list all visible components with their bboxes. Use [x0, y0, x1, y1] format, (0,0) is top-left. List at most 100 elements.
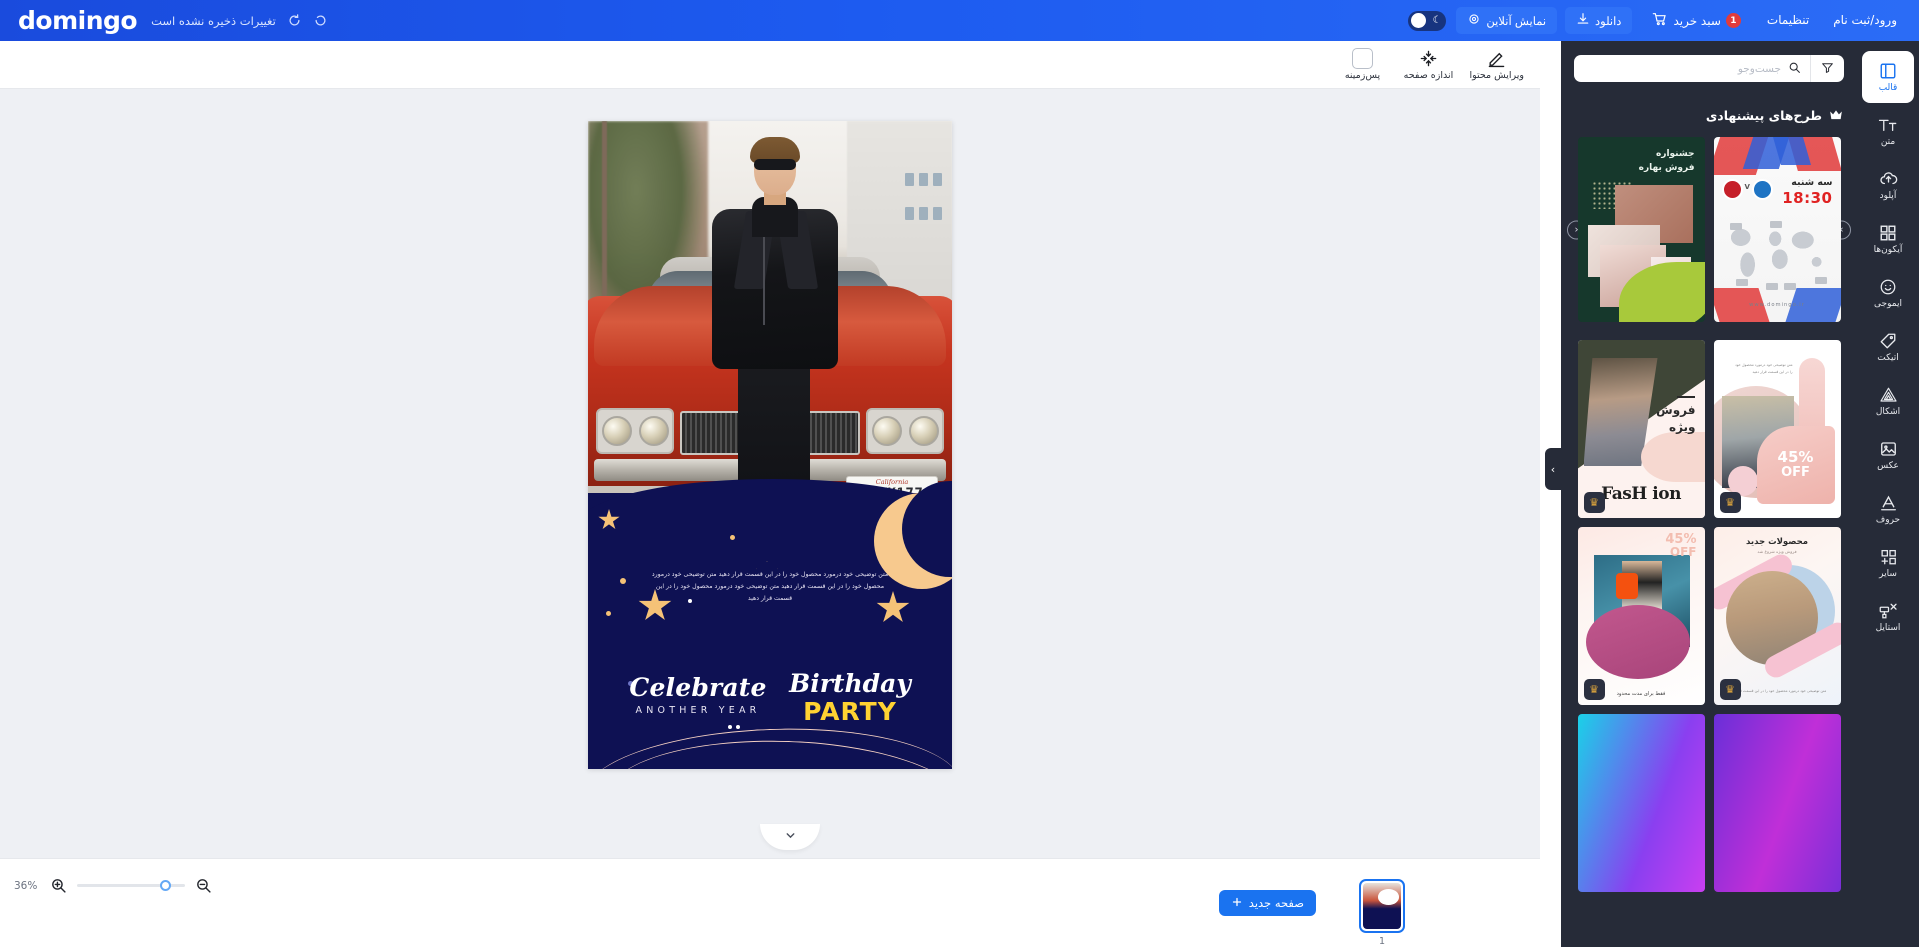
toolbar-page-size[interactable]: اندازه صفحه	[1397, 42, 1459, 88]
template-new-products[interactable]: محصولات جدید فروش ویژه شروع شد متن توضیح…	[1713, 527, 1841, 705]
toolbar-background-label: پس‌زمینه	[1344, 70, 1381, 81]
rail-photos[interactable]: عکس	[1862, 429, 1914, 481]
design-photo: California 7ZWK177	[588, 121, 952, 501]
template-subtitle: فروش ویژه شروع شد	[1757, 549, 1797, 554]
rail-style-label: استایل	[1875, 623, 1901, 633]
template-title-line1: فروش	[1656, 403, 1696, 417]
rail-upload-label: آپلود	[1879, 191, 1897, 201]
search-input[interactable]	[1583, 62, 1781, 75]
emoji-icon	[1879, 277, 1897, 296]
template-discount-value: 45%	[1777, 447, 1814, 466]
redo-icon[interactable]	[313, 13, 328, 28]
rail-templates-label: قالب	[1878, 83, 1898, 93]
header-link-settings[interactable]: تنظیمات	[1755, 0, 1821, 41]
cart-button[interactable]: 1 سبد خرید	[1640, 11, 1754, 30]
new-page-label: صفحه جدید	[1248, 896, 1304, 910]
zoom-controls: 36%	[14, 877, 212, 894]
rail-style[interactable]: استایل	[1862, 591, 1914, 643]
design-canvas[interactable]: California 7ZWK177	[588, 121, 952, 769]
rail-fonts[interactable]: حروف	[1862, 483, 1914, 535]
header-link-login[interactable]: ورود/ثبت نام	[1821, 0, 1909, 41]
resize-icon	[1419, 48, 1438, 68]
download-button[interactable]: دانلود	[1565, 7, 1633, 34]
template-limited-time[interactable]: 45% OFF فقط برای مدت محدود ♛	[1577, 527, 1705, 705]
templates-panel: طرح‌های پیشنهادی › ‹ V سه شنبه 18:30	[1561, 41, 1857, 947]
upload-icon	[1879, 169, 1898, 188]
rail-shapes[interactable]: اشکال	[1862, 375, 1914, 427]
scroll-down-button[interactable]	[760, 824, 820, 850]
template-discount-label: OFF	[1781, 465, 1810, 481]
template-time-label: 18:30	[1782, 189, 1833, 207]
design-another-year-text[interactable]: ANOTHER YEAR	[618, 705, 778, 716]
panel-collapse-button[interactable]: ›	[1545, 448, 1561, 490]
rail-label[interactable]: اتیکت	[1862, 321, 1914, 373]
image-icon	[1879, 439, 1898, 458]
header-actions: ورود/ثبت نام تنظیمات 1 سبد خرید دانلود ن…	[1404, 0, 1919, 41]
design-birthday-text[interactable]: Birthday	[770, 669, 930, 698]
rail-upload[interactable]: آپلود	[1862, 159, 1914, 211]
template-fashion-special-sale[interactable]: فروش ویژه FasH ion ♛	[1577, 340, 1705, 518]
zoom-in-icon[interactable]	[50, 877, 67, 894]
editor-toolbar: ویرایش محتوا اندازه صفحه پس‌زمینه	[0, 41, 1540, 89]
shapes-icon	[1879, 385, 1898, 404]
template-match-schedule[interactable]: V سه شنبه 18:30 www.domingo.ir	[1713, 137, 1841, 322]
more-icon	[1879, 547, 1898, 566]
bottom-bar: 36% صفحه جدید 1	[0, 858, 1540, 947]
zoom-out-icon[interactable]	[195, 877, 212, 894]
pencil-icon	[1487, 48, 1506, 68]
toolbar-background[interactable]: پس‌زمینه	[1331, 42, 1393, 88]
dark-mode-toggle[interactable]: ☾	[1408, 10, 1447, 31]
background-swatch-icon	[1351, 47, 1373, 69]
chevron-right-icon: ›	[1550, 462, 1556, 476]
rail-emoji[interactable]: ایموجی	[1862, 267, 1914, 319]
text-icon	[1878, 115, 1898, 134]
rail-other[interactable]: سایر	[1862, 537, 1914, 589]
zoom-slider-handle[interactable]	[160, 880, 171, 891]
filter-button[interactable]	[1810, 55, 1844, 82]
new-page-button[interactable]: صفحه جدید	[1218, 890, 1316, 916]
rail-text-label: متن	[1880, 137, 1896, 147]
layout-icon	[1879, 61, 1897, 80]
design-celebrate-text[interactable]: Celebrate	[618, 673, 778, 702]
rail-emoji-label: ایموجی	[1874, 299, 1902, 309]
download-label: دانلود	[1595, 15, 1622, 28]
template-45-off[interactable]: متن توضیحی خود درمورد محصول خود را در ای…	[1713, 340, 1841, 518]
rail-text[interactable]: متن	[1862, 105, 1914, 157]
search-field-wrapper[interactable]	[1574, 59, 1810, 78]
undo-icon[interactable]	[287, 13, 302, 28]
app-header: domingo تغییرات ذخیره نشده است ورود/ثبت …	[0, 0, 1919, 41]
rail-fonts-label: حروف	[1875, 515, 1901, 525]
template-title: محصولات جدید	[1745, 537, 1809, 547]
page-thumb-frame	[1359, 879, 1405, 933]
search-bar	[1574, 55, 1844, 82]
cart-icon	[1652, 11, 1668, 30]
zoom-percent-label: 36%	[14, 879, 38, 892]
template-purple-gradient[interactable]	[1713, 714, 1841, 892]
style-icon	[1878, 601, 1899, 620]
rail-templates[interactable]: قالب	[1862, 51, 1914, 103]
online-preview-button[interactable]: نمایش آنلاین	[1456, 7, 1558, 34]
design-party-text[interactable]: PARTY	[770, 697, 930, 726]
font-icon	[1879, 493, 1898, 512]
cart-label: سبد خرید	[1673, 13, 1721, 28]
template-body-text: متن توضیحی خود درمورد محصول خود را در ای…	[1735, 363, 1793, 375]
moon-icon: ☾	[1432, 14, 1442, 26]
rail-icons[interactable]: آیکون‌ها	[1862, 213, 1914, 265]
premium-crown-icon: ♛	[1583, 679, 1605, 700]
template-day-label: سه شنبه	[1791, 177, 1833, 188]
toolbar-edit-content[interactable]: ویرایش محتوا	[1463, 42, 1530, 88]
toolbar-page-size-label: اندازه صفحه	[1403, 70, 1454, 81]
crown-icon	[1829, 106, 1843, 125]
tools-rail: قالب متن آپلود	[1857, 41, 1919, 947]
canvas-area[interactable]: California 7ZWK177	[0, 89, 1540, 858]
templates-grid: متن توضیحی خود درمورد محصول خود را در ای…	[1574, 340, 1844, 892]
template-title-line1: جشنواره	[1655, 149, 1695, 159]
template-cyan-gradient[interactable]	[1577, 714, 1705, 892]
suggested-section-header: طرح‌های پیشنهادی	[1575, 106, 1843, 125]
zoom-slider[interactable]	[77, 880, 185, 891]
page-thumbnail-1[interactable]: 1	[1352, 879, 1412, 947]
plus-icon	[1231, 896, 1243, 911]
template-spring-sale[interactable]: جشنواره فروش بهاره	[1577, 137, 1705, 322]
design-description-text[interactable]: متن توضیحی خود درمورد محصول خود را در ای…	[648, 569, 892, 605]
template-versus-label: V	[1744, 183, 1750, 191]
